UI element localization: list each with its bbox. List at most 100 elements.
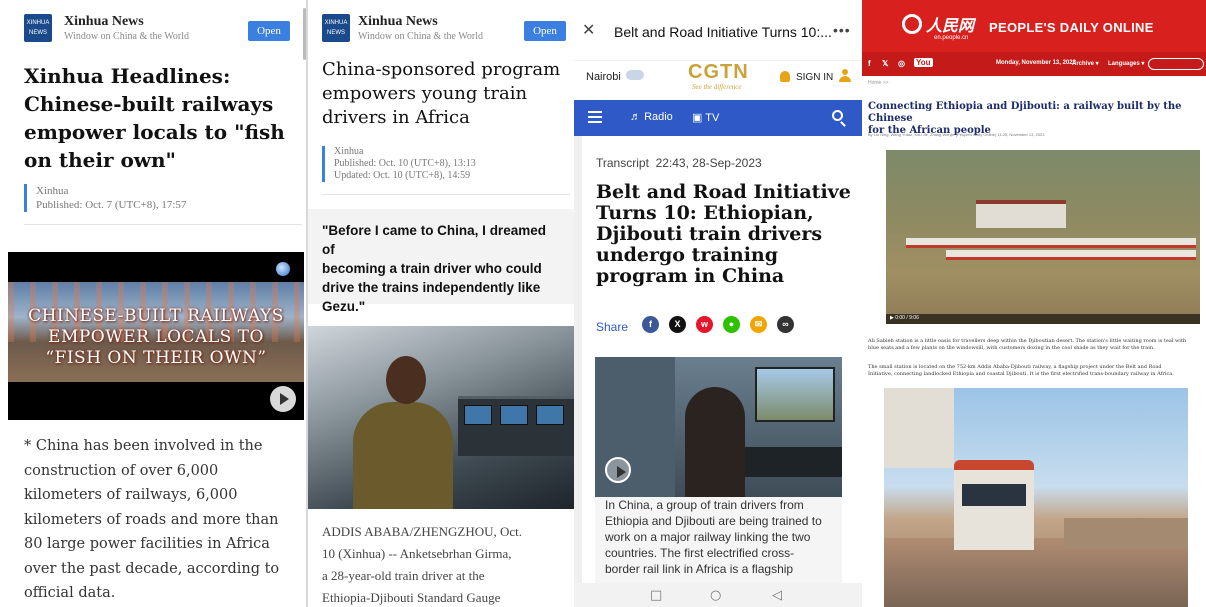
date-label: Monday, November 13, 2023 (996, 60, 1076, 66)
published-date: Published: Oct. 7 (UTC+8), 17:57 (36, 199, 187, 211)
weather-city: Nairobi (586, 71, 621, 83)
timestamp: 22:43, 28-Sep-2023 (655, 156, 762, 170)
video-title-overlay: CHINESE-BUILT RAILWAYS EMPOWER LOCALS TO… (28, 306, 284, 368)
facebook-icon[interactable]: f (642, 316, 659, 333)
back-icon[interactable]: ◁ (772, 588, 782, 603)
home-icon[interactable]: ○ (710, 588, 721, 603)
hills (1064, 518, 1188, 548)
nav-tv[interactable]: ▣ TV (692, 111, 719, 124)
platform (884, 538, 1188, 607)
brand-name[interactable]: PEOPLE'S DAILY ONLINE (989, 20, 1154, 35)
nav-bar: ♬ Radio ▣ TV (574, 100, 862, 136)
console (745, 447, 842, 477)
open-app-button[interactable]: Open (248, 21, 290, 41)
xinhua-logo-icon: XINHUA NEWS (322, 14, 350, 42)
x-icon[interactable]: 𝕏 (882, 59, 888, 68)
divider (322, 194, 570, 195)
video-player[interactable]: ▶ 0:00 / 9:06 (886, 150, 1200, 324)
transcript-label: Transcript (596, 156, 649, 170)
paragraph-1: Ali Sabieh station is a little oasis for… (868, 338, 1187, 351)
headline: China-sponsored program empowers young t… (322, 59, 561, 128)
source-label: Xinhua (334, 146, 364, 157)
control-console (458, 396, 574, 456)
site-header: Nairobi CGTN See the difference SIGN IN (574, 60, 862, 100)
article-body: ADDIS ABABA/ZHENGZHOU, Oct. 10 (Xinhua) … (322, 524, 523, 605)
cgtn-logo[interactable]: CGTN (688, 61, 749, 84)
search-input[interactable] (1148, 58, 1204, 70)
train (946, 250, 1196, 260)
app-banner: XINHUA NEWS Xinhua News Window on China … (0, 0, 306, 50)
app-name: Xinhua News (358, 14, 438, 29)
weibo-icon[interactable]: w (696, 316, 713, 333)
app-tagline: Window on China & the World (64, 31, 189, 42)
app-name: Xinhua News (64, 14, 144, 29)
article-meta: Transcript 22:43, 28-Sep-2023 (596, 156, 762, 170)
user-icon[interactable] (839, 69, 851, 83)
globe-icon (276, 262, 290, 276)
languages-menu[interactable]: Languages ▾ (1108, 60, 1144, 67)
video-player[interactable]: CHINESE-BUILT RAILWAYS EMPOWER LOCALS TO… (8, 252, 304, 420)
page-title: Belt and Road Initiative Turns 10:... (614, 24, 832, 40)
peoples-daily-panel: 人民网 en.people.cn PEOPLE'S DAILY ONLINE f… (862, 0, 1206, 607)
sign-in-link[interactable]: SIGN IN (796, 72, 833, 83)
headphones-icon: ♬ (630, 111, 641, 123)
facebook-icon[interactable]: f (868, 59, 871, 68)
simulator-screen (755, 367, 835, 422)
site-header: 人民网 en.people.cn PEOPLE'S DAILY ONLINE (862, 0, 1206, 52)
app-banner: XINHUA NEWS Xinhua News Window on China … (308, 0, 574, 50)
article-meta: Xinhua Published: Oct. 7 (UTC+8), 17:57 (24, 184, 186, 212)
pull-quote: "Before I came to China, I dreamed of be… (308, 209, 574, 314)
open-app-button[interactable]: Open (524, 21, 566, 41)
peoples-daily-logo-icon[interactable] (902, 14, 922, 34)
recents-icon[interactable]: □ (650, 588, 662, 603)
cgtn-tagline: See the difference (692, 83, 742, 91)
more-options-icon[interactable]: ••• (833, 22, 851, 38)
menu-icon[interactable] (588, 111, 602, 113)
archive-menu[interactable]: Archive ▾ (1072, 60, 1099, 67)
xinhua-article-panel-1: XINHUA NEWS Xinhua News Window on China … (0, 0, 306, 607)
bell-icon[interactable] (780, 71, 790, 82)
platform-canopy (884, 388, 954, 468)
email-icon[interactable]: ✉ (750, 316, 767, 333)
play-icon[interactable] (270, 386, 296, 412)
divider (24, 224, 302, 225)
video-time: ▶ 0:00 / 9:06 (890, 315, 919, 321)
trainee-woman-figure (685, 387, 745, 497)
play-icon[interactable] (605, 457, 631, 483)
close-icon[interactable]: ✕ (582, 20, 595, 39)
video-player[interactable] (595, 357, 842, 497)
updated-date: Updated: Oct. 10 (UTC+8), 14:59 (334, 170, 471, 181)
app-tagline: Window on China & the World (358, 31, 483, 42)
locomotive (954, 460, 1034, 550)
article-meta: Xinhua Published: Oct. 10 (UTC+8), 13:13… (322, 146, 476, 182)
tv-icon: ▣ (692, 112, 703, 124)
weather-cloud-icon (626, 70, 644, 80)
driver-figure (348, 356, 458, 509)
instagram-icon[interactable]: ◎ (898, 59, 905, 68)
paragraph-2: The small station is located on the 752-… (868, 364, 1174, 377)
youtube-icon[interactable]: You (914, 58, 933, 67)
station-building (976, 200, 1066, 228)
train-driver-photo (308, 326, 574, 509)
byline: By Liu Ning, Wang Yutao, Kou Jie, Zhang … (868, 132, 1045, 137)
share-label: Share (596, 320, 629, 334)
wechat-icon[interactable]: ● (723, 316, 740, 333)
video-controls[interactable]: ▶ 0:00 / 9:06 (886, 314, 1200, 324)
x-icon[interactable]: X (669, 316, 686, 333)
train (906, 238, 1196, 248)
headline: Belt and Road Initiative Turns 10: Ethio… (596, 181, 851, 287)
logo-text: XINHUA NEWS (324, 20, 348, 36)
search-icon[interactable] (832, 110, 843, 121)
headline: Xinhua Headlines: Chinese-built railways… (24, 64, 285, 172)
xinhua-logo-icon: XINHUA NEWS (24, 14, 52, 42)
utility-bar: f 𝕏 ◎ You Monday, November 13, 2023 Arch… (862, 52, 1206, 76)
nav-radio[interactable]: ♬ Radio (630, 111, 673, 123)
station-train-photo (884, 388, 1188, 607)
brand-chinese[interactable]: 人民网 (926, 12, 974, 36)
source-label: Xinhua (36, 185, 69, 197)
video-caption: In China, a group of train drivers from … (595, 497, 842, 583)
brand-domain: en.people.cn (934, 35, 969, 41)
link-icon[interactable]: ∞ (777, 316, 794, 333)
breadcrumb[interactable]: Home >> (868, 80, 889, 86)
logo-text: XINHUA NEWS (26, 20, 50, 36)
